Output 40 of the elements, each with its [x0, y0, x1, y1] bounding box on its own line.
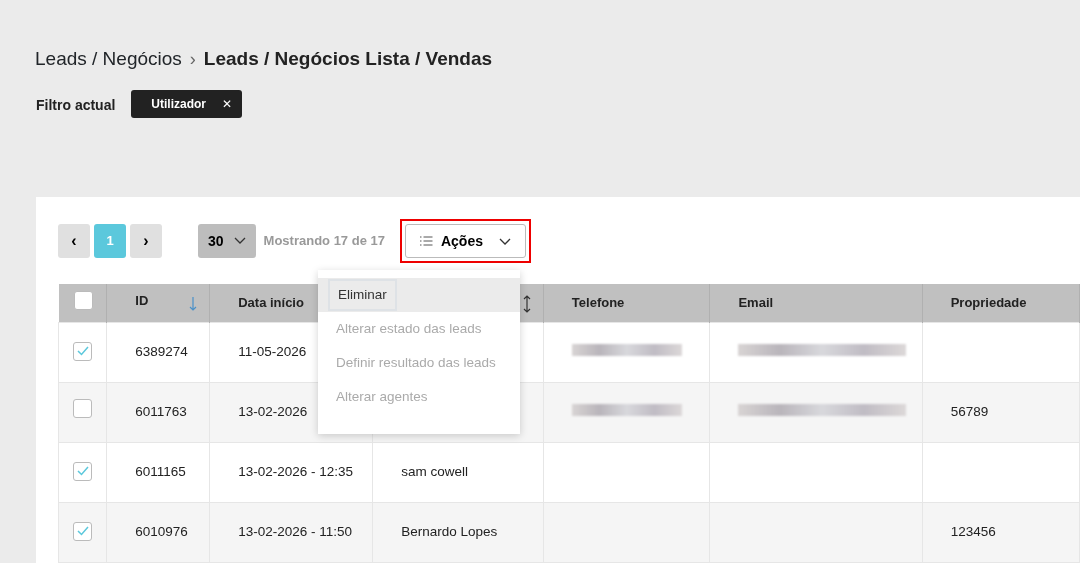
results-count: Mostrando 17 de 17: [263, 232, 385, 251]
property-link[interactable]: 56789: [950, 403, 989, 419]
select-all-checkbox[interactable]: [73, 290, 93, 310]
column-header[interactable]: Propriedade: [950, 295, 1027, 310]
contact-name-link[interactable]: sam cowell: [401, 463, 468, 479]
lead-id-link[interactable]: 6010976: [135, 523, 188, 539]
list-icon: [419, 236, 433, 246]
previous-page-button[interactable]: ‹: [58, 224, 90, 258]
start-date-link[interactable]: 13-02-2026: [238, 403, 308, 419]
row-checkbox[interactable]: [73, 521, 92, 541]
remove-filter-button[interactable]: ✕: [222, 95, 233, 113]
lead-id-link[interactable]: 6011763: [135, 403, 187, 419]
check-icon: [76, 346, 89, 357]
next-page-button[interactable]: ›: [130, 224, 162, 258]
column-header[interactable]: Data início: [238, 295, 304, 310]
start-date-link[interactable]: 11-05-2026: [238, 343, 307, 359]
lead-id-link[interactable]: 6011165: [135, 463, 186, 479]
chevron-down-icon: [233, 237, 246, 245]
breadcrumb-separator: ›: [189, 47, 196, 71]
chevron-down-icon: [499, 237, 511, 246]
check-icon: [76, 526, 89, 537]
lead-id-link[interactable]: 6389274: [135, 343, 188, 359]
start-date-link[interactable]: 13-02-2026 - 12:35: [238, 463, 354, 479]
row-checkbox[interactable]: [73, 399, 92, 419]
breadcrumb-link[interactable]: Leads / Negócios: [35, 44, 182, 74]
start-date-link[interactable]: 13-02-2026 - 11:50: [238, 523, 353, 539]
menu-item[interactable]: Eliminar: [317, 278, 520, 312]
column-header[interactable]: ID: [135, 292, 149, 308]
filter-label: Filtro actual: [36, 96, 116, 115]
page-size-dropdown[interactable]: 30: [198, 224, 256, 258]
actions-dropdown-button[interactable]: Ações: [404, 224, 526, 258]
contact-name-link[interactable]: Bernardo Lopes: [401, 523, 498, 539]
row-checkbox[interactable]: [73, 461, 92, 481]
check-icon: [76, 466, 89, 477]
column-header[interactable]: Telefone: [571, 295, 625, 310]
filter-chip: Utilizador ✕: [131, 90, 243, 118]
property-link[interactable]: 123456: [950, 523, 996, 539]
column-header[interactable]: Email: [738, 295, 774, 310]
page-title: Leads / Negócios Lista / Vendas: [203, 46, 493, 71]
row-checkbox[interactable]: [73, 341, 92, 361]
